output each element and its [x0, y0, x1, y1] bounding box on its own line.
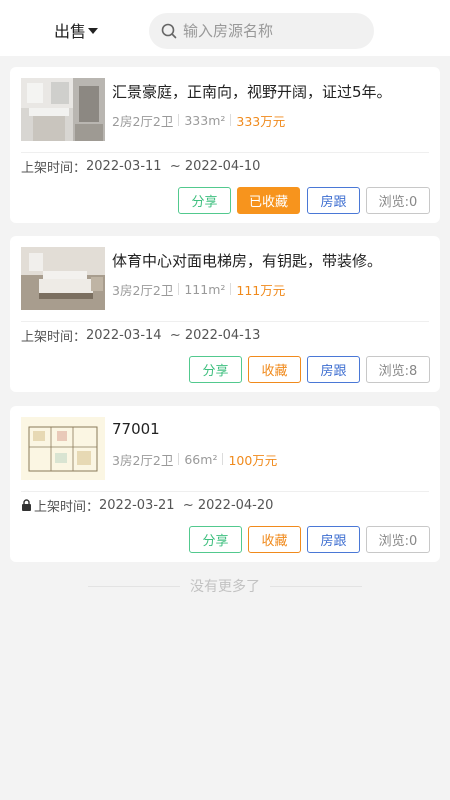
listing-layout: 2房2厅2卫	[112, 113, 174, 129]
no-more-line	[88, 585, 180, 587]
listing-date-row: 上架时间： 2022-03-21 ~ 2022-04-20	[21, 496, 274, 515]
listing-card[interactable]: 汇景豪庭，正南向，视野开阔，证过5年。 2房2厅2卫 333m² 333万元 上…	[10, 67, 440, 223]
floorplan-image-icon	[21, 417, 105, 480]
follow-button[interactable]: 房跟	[307, 526, 360, 553]
date-range: 2022-03-11 ~ 2022-04-10	[86, 158, 261, 174]
lock-icon	[22, 499, 31, 511]
date-range: 2022-03-14 ~ 2022-04-13	[86, 327, 261, 343]
caret-down-icon	[88, 28, 99, 34]
listing-thumbnail[interactable]	[21, 78, 105, 141]
listing-meta: 3房2厅2卫 66m² 100万元	[112, 450, 277, 468]
listing-layout: 3房2厅2卫	[112, 452, 174, 468]
listing-date-row: 上架时间： 2022-03-14 ~ 2022-04-13	[21, 326, 261, 345]
date-label: 上架时间：	[21, 329, 87, 345]
views-button[interactable]: 浏览:0	[366, 526, 430, 553]
card-divider	[21, 491, 429, 492]
favorite-button[interactable]: 收藏	[248, 356, 301, 383]
views-button[interactable]: 浏览:8	[366, 356, 430, 383]
card-divider	[21, 152, 429, 153]
listing-type-dropdown[interactable]: 出售	[54, 18, 99, 42]
date-label: 上架时间：	[34, 499, 100, 515]
favorite-button[interactable]: 已收藏	[237, 187, 300, 214]
search-input[interactable]	[183, 16, 363, 46]
follow-button[interactable]: 房跟	[307, 356, 360, 383]
listing-price: 111万元	[236, 282, 286, 298]
listing-title[interactable]: 汇景豪庭，正南向，视野开阔，证过5年。	[112, 81, 432, 102]
listing-type-label: 出售	[54, 22, 87, 41]
listing-price: 333万元	[236, 113, 286, 129]
listing-area: 333m²	[184, 112, 226, 128]
bathroom-photo-icon	[21, 78, 105, 141]
meta-divider	[178, 283, 180, 295]
meta-divider	[222, 453, 224, 465]
top-bar: 出售	[0, 0, 450, 56]
listing-meta: 2房2厅2卫 333m² 333万元	[112, 111, 285, 129]
date-range: 2022-03-21 ~ 2022-04-20	[99, 497, 274, 513]
meta-divider	[230, 114, 232, 126]
no-more-indicator: 没有更多了	[88, 577, 362, 595]
listing-area: 111m²	[184, 281, 226, 297]
listing-card[interactable]: 77001 3房2厅2卫 66m² 100万元 上架时间： 2022-03-21…	[10, 406, 440, 562]
listing-title[interactable]: 体育中心对面电梯房，有钥匙，带装修。	[112, 250, 432, 271]
listing-layout: 3房2厅2卫	[112, 282, 174, 298]
bedroom-photo-icon	[21, 247, 105, 310]
listing-price: 100万元	[228, 452, 278, 468]
listing-meta: 3房2厅2卫 111m² 111万元	[112, 280, 285, 298]
search-icon	[161, 23, 177, 39]
card-divider	[21, 321, 429, 322]
share-button[interactable]: 分享	[178, 187, 231, 214]
meta-divider	[178, 114, 180, 126]
meta-divider	[178, 453, 180, 465]
no-more-text: 没有更多了	[190, 579, 260, 595]
listing-area: 66m²	[184, 451, 218, 467]
favorite-button[interactable]: 收藏	[248, 526, 301, 553]
follow-button[interactable]: 房跟	[307, 187, 360, 214]
meta-divider	[230, 283, 232, 295]
share-button[interactable]: 分享	[189, 356, 242, 383]
share-button[interactable]: 分享	[189, 526, 242, 553]
listing-title[interactable]: 77001	[112, 420, 432, 438]
date-label: 上架时间：	[21, 160, 87, 176]
views-button[interactable]: 浏览:0	[366, 187, 430, 214]
listing-date-row: 上架时间： 2022-03-11 ~ 2022-04-10	[21, 157, 261, 176]
search-box[interactable]	[149, 13, 374, 49]
listing-thumbnail[interactable]	[21, 417, 105, 480]
listing-thumbnail[interactable]	[21, 247, 105, 310]
no-more-line	[270, 585, 362, 587]
listing-card[interactable]: 体育中心对面电梯房，有钥匙，带装修。 3房2厅2卫 111m² 111万元 上架…	[10, 236, 440, 392]
